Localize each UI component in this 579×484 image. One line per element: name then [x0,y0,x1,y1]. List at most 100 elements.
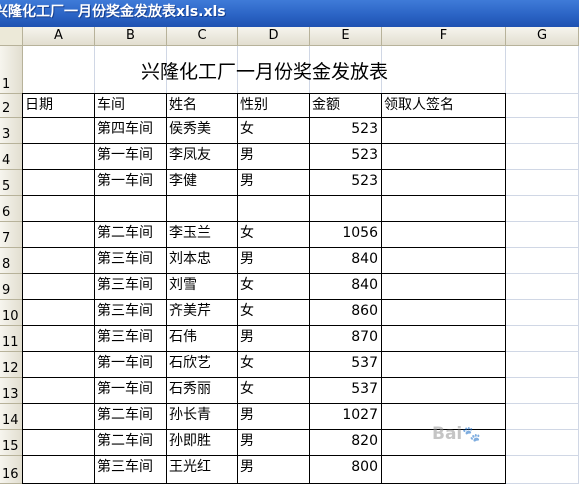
table-border-horizontal [22,299,506,300]
amount-cell[interactable]: 523 [310,145,381,167]
gender-cell[interactable]: 男 [238,405,309,427]
header-cell[interactable]: 性别 [238,95,309,117]
name-cell[interactable]: 石欣艺 [167,353,237,375]
table-border-horizontal [22,247,506,248]
workshop-cell[interactable]: 第一车间 [95,171,166,193]
select-all-corner[interactable] [0,27,23,46]
column-header-d[interactable]: D [238,27,310,46]
workshop-cell[interactable]: 第三车间 [95,457,166,479]
table-border-horizontal [22,351,506,352]
amount-cell[interactable]: 1056 [310,223,381,245]
column-header-a[interactable]: A [23,27,95,46]
row-number: 13 [2,387,19,402]
row-header-4[interactable]: 4 [0,144,23,170]
amount-cell[interactable]: 800 [310,457,381,479]
name-cell[interactable]: 李玉兰 [167,223,237,245]
table-border-horizontal [22,195,506,196]
row-header-15[interactable]: 15 [0,430,23,456]
row-header-8[interactable]: 8 [0,248,23,274]
workshop-cell[interactable]: 第一车间 [95,353,166,375]
amount-cell[interactable]: 1027 [310,405,381,427]
column-header-g[interactable]: G [506,27,579,46]
header-cell[interactable]: 车间 [95,95,166,117]
sheet-title[interactable]: 兴隆化工厂一月份奖金发放表 [23,47,506,94]
row-header-10[interactable]: 10 [0,300,23,326]
row-header-7[interactable]: 7 [0,222,23,248]
name-cell[interactable]: 李健 [167,171,237,193]
column-header-b[interactable]: B [95,27,167,46]
row-number: 5 [2,179,11,194]
gender-cell[interactable]: 女 [238,379,309,401]
workshop-cell[interactable]: 第二车间 [95,405,166,427]
workshop-cell[interactable]: 第三车间 [95,249,166,271]
row-header-5[interactable]: 5 [0,170,23,196]
gender-cell[interactable]: 男 [238,249,309,271]
amount-cell[interactable]: 860 [310,301,381,323]
workshop-cell[interactable]: 第三车间 [95,327,166,349]
amount-cell[interactable]: 820 [310,431,381,453]
name-cell[interactable]: 刘雪 [167,275,237,297]
amount-cell[interactable]: 537 [310,379,381,401]
amount-cell[interactable]: 840 [310,275,381,297]
table-border-horizontal [22,169,506,170]
workshop-cell[interactable]: 第一车间 [95,379,166,401]
name-cell[interactable]: 齐美芹 [167,301,237,323]
gender-cell[interactable]: 男 [238,171,309,193]
name-cell[interactable]: 王光红 [167,457,237,479]
name-cell[interactable]: 刘本忠 [167,249,237,271]
row-header-14[interactable]: 14 [0,404,23,430]
row-header-1[interactable]: 1 [0,46,23,94]
name-cell[interactable]: 石伟 [167,327,237,349]
window-titlebar: 兴隆化工厂一月份奖金发放表xls.xls [0,0,579,27]
row-number: 15 [2,439,19,454]
amount-cell[interactable]: 537 [310,353,381,375]
row-number: 1 [2,77,11,92]
name-cell[interactable]: 石秀丽 [167,379,237,401]
gender-cell[interactable]: 女 [238,223,309,245]
gender-cell[interactable]: 女 [238,301,309,323]
table-border-vertical [505,93,506,484]
row-header-9[interactable]: 9 [0,274,23,300]
workshop-cell[interactable]: 第三车间 [95,275,166,297]
name-cell[interactable]: 李凤友 [167,145,237,167]
gender-cell[interactable]: 男 [238,457,309,479]
name-cell[interactable]: 侯秀美 [167,119,237,141]
amount-cell[interactable]: 523 [310,171,381,193]
table-border-horizontal [22,403,506,404]
amount-cell[interactable]: 840 [310,249,381,271]
column-header-c[interactable]: C [167,27,238,46]
amount-cell[interactable]: 870 [310,327,381,349]
header-cell[interactable]: 姓名 [167,95,237,117]
workshop-cell[interactable]: 第四车间 [95,119,166,141]
row-header-3[interactable]: 3 [0,118,23,144]
name-cell[interactable]: 孙长青 [167,405,237,427]
gender-cell[interactable]: 女 [238,119,309,141]
header-cell[interactable]: 领取人签名 [382,95,505,117]
column-header-f[interactable]: F [382,27,506,46]
window-title: 兴隆化工厂一月份奖金发放表xls.xls [0,4,226,20]
row-header-6[interactable]: 6 [0,196,23,222]
workshop-cell[interactable]: 第二车间 [95,223,166,245]
header-cell[interactable]: 日期 [23,95,94,117]
gender-cell[interactable]: 女 [238,275,309,297]
gender-cell[interactable]: 男 [238,431,309,453]
row-number: 8 [2,257,11,272]
row-header-12[interactable]: 12 [0,352,23,378]
table-border-horizontal [22,221,506,222]
row-header-2[interactable]: 2 [0,94,23,118]
workshop-cell[interactable]: 第三车间 [95,301,166,323]
amount-cell[interactable]: 523 [310,119,381,141]
workshop-cell[interactable]: 第二车间 [95,431,166,453]
row-header-13[interactable]: 13 [0,378,23,404]
row-number: 14 [2,413,19,428]
gender-cell[interactable]: 女 [238,353,309,375]
row-header-11[interactable]: 11 [0,326,23,352]
gender-cell[interactable]: 男 [238,327,309,349]
row-header-16[interactable]: 16 [0,456,23,484]
row-number: 2 [2,101,11,116]
column-header-e[interactable]: E [310,27,382,46]
header-cell[interactable]: 金额 [310,95,381,117]
gender-cell[interactable]: 男 [238,145,309,167]
name-cell[interactable]: 孙即胜 [167,431,237,453]
workshop-cell[interactable]: 第一车间 [95,145,166,167]
